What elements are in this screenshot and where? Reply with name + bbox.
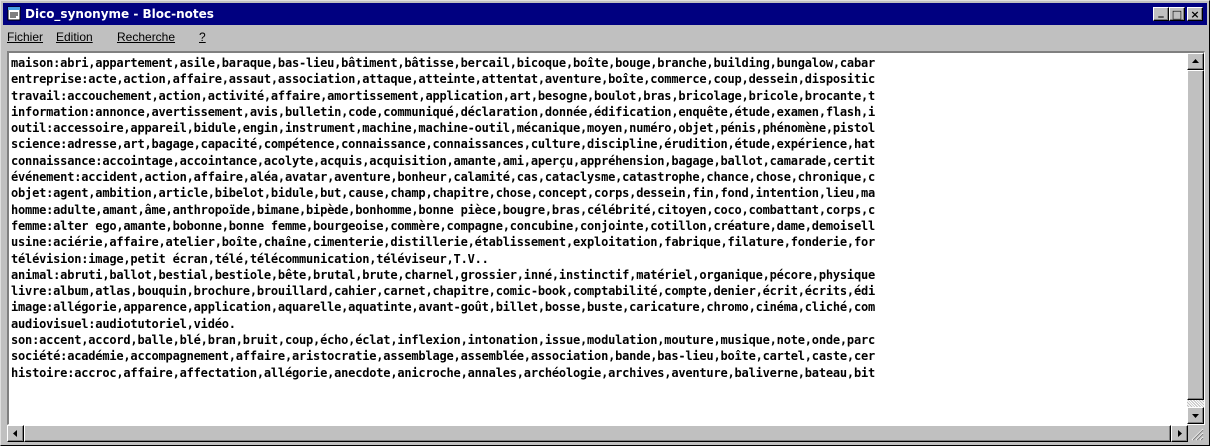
vertical-scroll-thumb[interactable] bbox=[1187, 70, 1204, 400]
text-line: science:adresse,art,bagage,capacité,comp… bbox=[11, 137, 876, 152]
notepad-window: Dico_synonyme - Bloc-notes _ □ × Fichier… bbox=[0, 0, 1210, 446]
text-line: travail:accouchement,action,activité,aff… bbox=[11, 88, 876, 103]
scroll-left-button[interactable] bbox=[7, 425, 24, 442]
window-title: Dico_synonyme - Bloc-notes bbox=[25, 7, 214, 21]
text-line: entreprise:acte,action,affaire,assaut,as… bbox=[11, 72, 876, 87]
scroll-up-button[interactable] bbox=[1187, 53, 1204, 70]
text-line: animal:abruti,ballot,bestial,bestiole,bê… bbox=[11, 267, 876, 282]
title-bar[interactable]: Dico_synonyme - Bloc-notes _ □ × bbox=[3, 3, 1207, 25]
resize-grip-icon[interactable] bbox=[1188, 425, 1205, 442]
vertical-scrollbar[interactable] bbox=[1187, 53, 1204, 424]
menu-fichier-label: Fichier bbox=[7, 30, 44, 44]
arrow-right-icon bbox=[1178, 430, 1182, 437]
close-button[interactable]: × bbox=[1187, 7, 1203, 21]
horizontal-scrollbar[interactable] bbox=[7, 425, 1188, 442]
maximize-button[interactable]: □ bbox=[1169, 7, 1185, 21]
scroll-right-button[interactable] bbox=[1171, 425, 1188, 442]
text-line: son:accent,accord,balle,blé,bran,bruit,c… bbox=[11, 333, 876, 348]
menu-recherche[interactable]: Recherche bbox=[117, 30, 175, 44]
text-line: maison:abri,appartement,asile,baraque,ba… bbox=[11, 56, 876, 70]
menu-bar: Fichier Edition Recherche ? bbox=[3, 28, 1207, 46]
text-line: objet:agent,ambition,article,bibelot,bid… bbox=[11, 186, 876, 201]
text-line: information:annonce,avertissement,avis,b… bbox=[11, 104, 876, 119]
horizontal-scroll-thumb[interactable] bbox=[24, 425, 1171, 442]
notepad-icon bbox=[7, 6, 21, 21]
text-line: connaissance:accointage,accointance,acol… bbox=[11, 153, 876, 168]
menu-edition[interactable]: Edition bbox=[56, 30, 93, 44]
resize-grip-lines bbox=[1191, 428, 1204, 441]
text-line: événement:accident,action,affaire,aléa,a… bbox=[11, 170, 876, 185]
text-line: homme:adulte,amant,âme,anthropoïde,biman… bbox=[11, 202, 876, 217]
text-line: usine:aciérie,affaire,atelier,boîte,chaî… bbox=[11, 235, 876, 250]
close-icon: × bbox=[1190, 8, 1200, 21]
menu-fichier[interactable]: Fichier bbox=[7, 30, 43, 44]
minimize-button[interactable]: _ bbox=[1153, 5, 1169, 21]
arrow-up-icon bbox=[1192, 59, 1199, 63]
arrow-left-icon bbox=[13, 430, 17, 437]
text-line: image:allégorie,apparence,application,aq… bbox=[11, 300, 876, 315]
text-line: femme:alter ego,amante,bobonne,bonne fem… bbox=[11, 218, 876, 233]
text-line: télévision:image,petit écran,télé,téléco… bbox=[11, 251, 489, 266]
text-line: audiovisuel:audiotutoriel,vidéo. bbox=[11, 316, 236, 331]
text-editor[interactable]: maison:abri,appartement,asile,baraque,ba… bbox=[7, 51, 1205, 425]
text-line: livre:album,atlas,bouquin,brochure,broui… bbox=[11, 284, 876, 299]
menu-help[interactable]: ? bbox=[199, 30, 206, 44]
text-line: histoire:accroc,affaire,affectation,allé… bbox=[11, 365, 876, 380]
text-line: société:académie,accompagnement,affaire,… bbox=[11, 349, 876, 364]
menu-recherche-label: Recherche bbox=[117, 30, 176, 44]
maximize-icon: □ bbox=[1171, 8, 1183, 21]
minimize-icon: _ bbox=[1158, 5, 1164, 18]
menu-edition-label: Edition bbox=[56, 30, 93, 44]
scroll-down-button[interactable] bbox=[1187, 407, 1204, 424]
text-line: outil:accessoire,appareil,bidule,engin,i… bbox=[11, 121, 876, 136]
menu-help-label: ? bbox=[199, 30, 206, 44]
text-area[interactable]: maison:abri,appartement,asile,baraque,ba… bbox=[11, 55, 1183, 423]
arrow-down-icon bbox=[1192, 414, 1199, 418]
